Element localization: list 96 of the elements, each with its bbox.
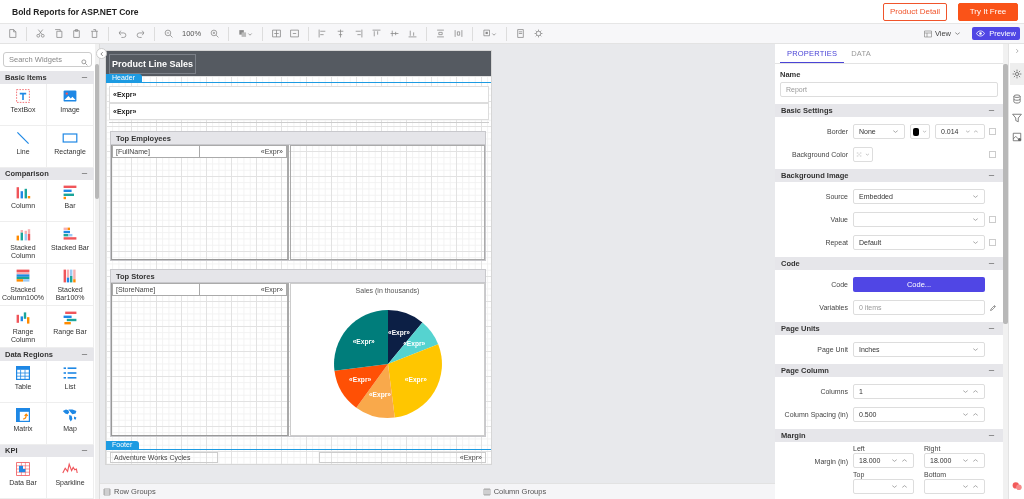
app-title: Bold Reports for ASP.NET Core — [12, 6, 140, 17]
zoom-in-icon[interactable] — [210, 29, 220, 38]
settings-icon[interactable] — [1011, 69, 1022, 79]
range-column-icon — [15, 310, 31, 326]
checkbox[interactable] — [989, 216, 996, 223]
stacked-bar-icon — [62, 226, 79, 242]
product-detail-button[interactable]: Product Detail — [883, 2, 947, 21]
columns-icon — [482, 487, 491, 496]
new-file-icon[interactable] — [8, 29, 17, 38]
chevron-down-icon[interactable] — [972, 216, 979, 223]
cut-icon[interactable] — [36, 29, 45, 38]
distribute-vertical-icon[interactable] — [454, 29, 464, 38]
chevron-up-icon[interactable] — [972, 483, 979, 490]
color-picker[interactable] — [853, 147, 873, 162]
scrollbar-thumb[interactable] — [1003, 64, 1008, 324]
collapse-icon[interactable] — [988, 172, 995, 179]
align-middle-icon[interactable] — [390, 29, 400, 38]
stacked-bar-icon — [62, 268, 79, 284]
chevron-down-icon[interactable] — [865, 151, 870, 158]
collapse-icon[interactable] — [988, 107, 995, 114]
distribute-horizontal-icon[interactable] — [436, 29, 446, 38]
chevron-left-icon — [98, 50, 105, 57]
chevron-down-icon[interactable] — [921, 128, 927, 135]
merge-cells-icon[interactable] — [272, 29, 282, 38]
chevron-up-icon[interactable] — [972, 457, 979, 464]
chevron-down-icon[interactable] — [972, 346, 979, 353]
chevron-down-icon[interactable] — [962, 457, 969, 464]
page-icon[interactable] — [516, 29, 526, 38]
collapse-icon[interactable] — [988, 325, 995, 332]
eye-icon — [976, 29, 986, 38]
report-page[interactable] — [105, 50, 492, 465]
list-icon — [62, 364, 79, 381]
align-top-icon[interactable] — [372, 29, 382, 38]
range-bar-icon — [62, 310, 79, 326]
size-icon[interactable] — [482, 29, 498, 38]
chevron-down-icon[interactable] — [954, 30, 961, 37]
split-cells-icon[interactable] — [290, 29, 300, 38]
chevron-down-icon[interactable] — [962, 483, 969, 490]
align-bottom-icon[interactable] — [408, 29, 418, 38]
search-icon — [81, 59, 89, 66]
data-bar-icon — [15, 461, 31, 477]
chevron-down-icon[interactable] — [962, 388, 969, 395]
image-settings-icon[interactable] — [1011, 132, 1022, 142]
chevron-up-icon[interactable] — [972, 388, 979, 395]
chat-icon — [1012, 481, 1022, 491]
copy-icon[interactable] — [54, 29, 63, 38]
checkbox[interactable] — [989, 151, 996, 158]
chevron-up-icon[interactable] — [901, 457, 908, 464]
table-icon — [15, 364, 31, 381]
undo-icon[interactable] — [118, 29, 127, 38]
matrix-icon — [15, 406, 31, 423]
rows-icon — [103, 487, 111, 496]
chevron-down-icon[interactable] — [962, 411, 969, 418]
chevron-down-icon[interactable] — [892, 128, 899, 135]
align-center-icon[interactable] — [336, 29, 346, 38]
line-icon — [15, 129, 31, 146]
transparent-swatch-icon — [856, 150, 863, 159]
layout-icon — [923, 29, 932, 38]
delete-icon[interactable] — [90, 29, 99, 38]
pencil-icon[interactable] — [989, 303, 997, 312]
filter-icon[interactable] — [1011, 113, 1022, 123]
number-field[interactable] — [924, 479, 985, 494]
stacked-column-icon — [15, 268, 31, 284]
bar-chart-icon — [62, 184, 79, 200]
image-icon — [62, 87, 79, 104]
color-picker[interactable] — [910, 124, 930, 139]
chevron-down-icon[interactable] — [891, 483, 898, 490]
chevron-down-icon[interactable] — [891, 457, 898, 464]
scrollbar-thumb[interactable] — [95, 64, 99, 199]
layers-icon[interactable] — [238, 29, 254, 38]
chevron-up-icon[interactable] — [972, 411, 979, 418]
dropdown[interactable] — [853, 212, 985, 227]
column-chart-icon — [15, 184, 31, 200]
number-field[interactable] — [853, 479, 914, 494]
collapse-icon[interactable] — [988, 367, 995, 374]
chevron-up-icon[interactable] — [973, 128, 979, 135]
redo-icon[interactable] — [136, 29, 145, 38]
checkbox[interactable] — [989, 239, 996, 246]
map-icon — [62, 406, 79, 423]
checkbox[interactable] — [989, 128, 996, 135]
stacked-column-icon — [15, 226, 31, 242]
chevron-down-icon[interactable] — [972, 193, 979, 200]
zoom-out-icon[interactable] — [164, 29, 173, 38]
textbox-icon — [15, 87, 31, 104]
align-right-icon[interactable] — [354, 29, 364, 38]
chevron-up-icon[interactable] — [901, 483, 908, 490]
chevron-down-icon[interactable] — [972, 239, 979, 246]
database-icon[interactable] — [1011, 94, 1022, 104]
paste-icon[interactable] — [72, 29, 81, 38]
chevron-down-icon[interactable] — [964, 128, 971, 135]
collapse-icon[interactable] — [988, 260, 995, 267]
collapse-icon[interactable] — [988, 432, 995, 439]
report-title[interactable]: Product Line Sales — [109, 53, 197, 74]
align-left-icon[interactable] — [318, 29, 328, 38]
scrollbar[interactable] — [95, 44, 99, 499]
chevron-right-icon[interactable] — [1013, 48, 1020, 54]
